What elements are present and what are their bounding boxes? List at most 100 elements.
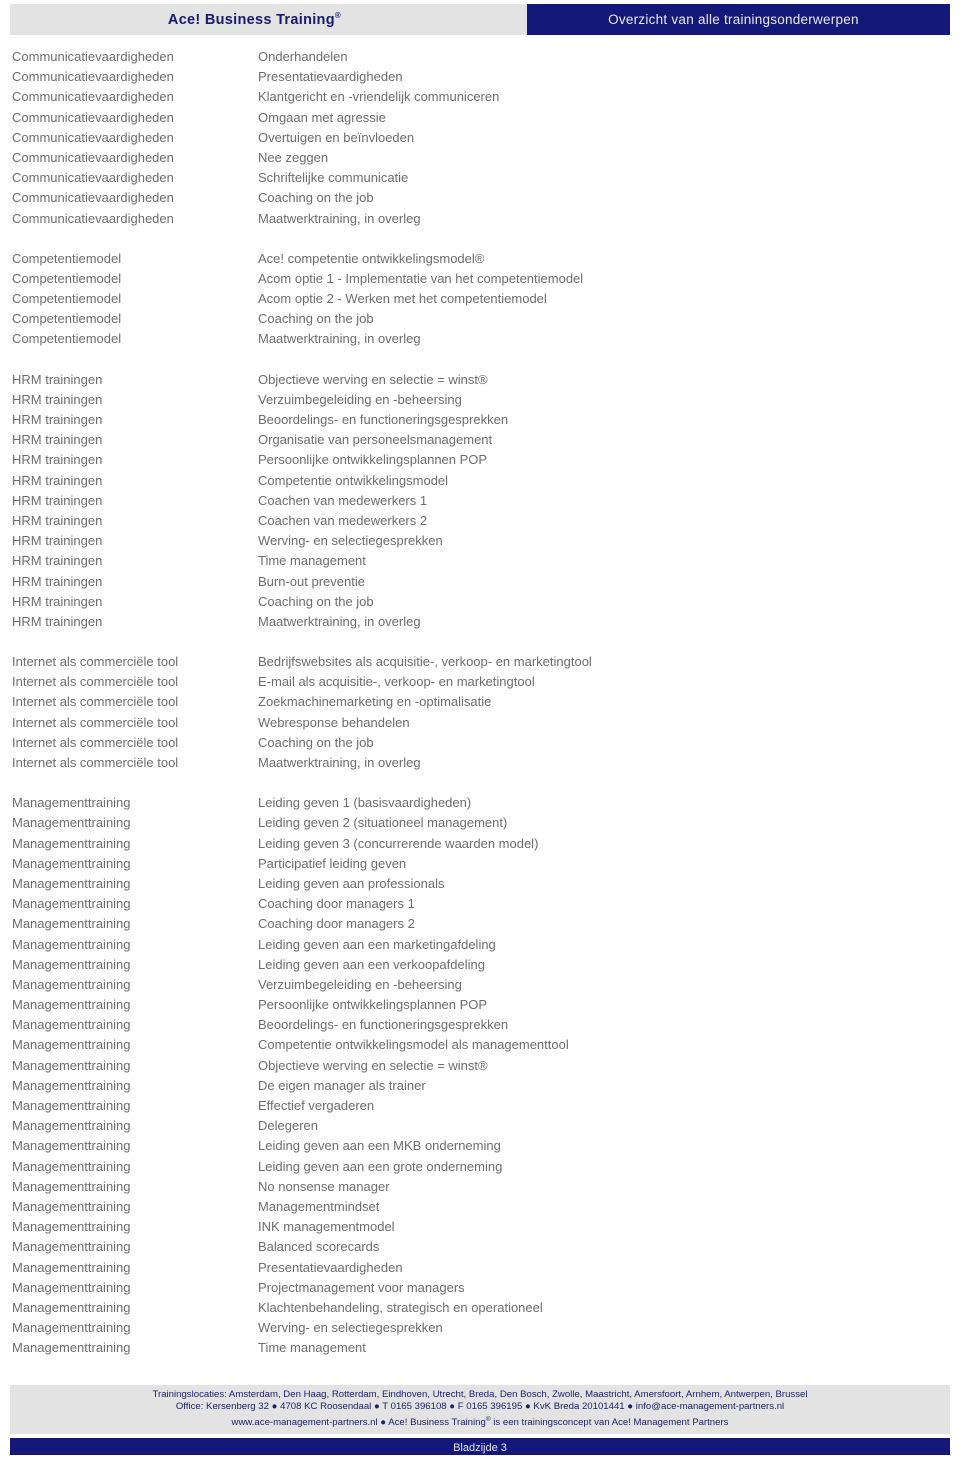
training-category-label: Managementtraining xyxy=(12,1279,131,1295)
training-row: Communicatievaardigheden Schriftelijke co… xyxy=(0,168,960,188)
training-category-label: Managementtraining xyxy=(12,1340,131,1356)
training-category-label: Communicatievaardigheden xyxy=(12,149,174,165)
training-topic-label: Verzuimbegeleiding en -beheersing xyxy=(258,391,462,407)
training-topic-label: Burn-out preventie xyxy=(258,573,365,589)
training-topic-label: Coachen van medewerkers 1 xyxy=(258,492,428,508)
training-category-group: Internet als commerciële tool Bedrijfsweb… xyxy=(0,652,960,773)
training-topic-label: Maatwerktraining, in overleg xyxy=(258,210,421,226)
training-row: HRM trainingen Burn-out preventie xyxy=(0,572,960,592)
training-topic-label: No nonsense manager xyxy=(258,1178,390,1194)
training-category-label: HRM trainingen xyxy=(12,371,103,387)
training-row: Communicatievaardigheden Klantgericht en … xyxy=(0,87,960,107)
training-topic-label: Balanced scorecards xyxy=(258,1239,380,1255)
training-row: Managementtraining Persoonlijke ontwikkel… xyxy=(0,995,960,1015)
training-topic-label: Werving- en selectiegesprekken xyxy=(258,1320,443,1336)
training-topic-label: Onderhandelen xyxy=(258,49,348,64)
training-row: HRM trainingen Time management xyxy=(0,551,960,571)
training-topic-label: Time management xyxy=(258,553,366,569)
training-row: Managementtraining Klachtenbehandeling, s… xyxy=(0,1298,960,1318)
training-topic-label: Coaching on the job xyxy=(258,593,374,609)
training-category-label: Managementtraining xyxy=(12,896,131,912)
footer-web-line: www.ace-management-partners.nl ● Ace! Bu… xyxy=(10,1414,950,1430)
training-category-label: Internet als commerciële tool xyxy=(12,674,179,690)
training-topic-label: Coaching door managers 2 xyxy=(258,916,415,932)
training-topic-label: Competentie ontwikkelingsmodel xyxy=(258,472,449,488)
training-row: Communicatievaardigheden Presentatievaard… xyxy=(0,67,960,87)
training-row: Managementtraining Leiding geven 2 (situa… xyxy=(0,813,960,833)
training-row: HRM trainingen Verzuimbegeleiding en -beh… xyxy=(0,390,960,410)
training-category-label: Managementtraining xyxy=(12,1057,131,1073)
training-row: HRM trainingen Werving- en selectiegespre… xyxy=(0,531,960,551)
page-footer: Trainingslocaties: Amsterdam, Den Haag, … xyxy=(10,1385,950,1456)
training-row: Managementtraining Managementmindset xyxy=(0,1197,960,1217)
training-category-label: Competentiemodel xyxy=(12,311,122,327)
training-row: Managementtraining Balanced scorecards xyxy=(0,1237,960,1257)
training-row: Communicatievaardigheden Omgaan met agres… xyxy=(0,108,960,128)
training-category-label: Managementtraining xyxy=(12,1138,131,1154)
training-category-label: Internet als commerciële tool xyxy=(12,654,179,670)
training-category-label: Internet als commerciële tool xyxy=(12,755,179,770)
training-topic-label: Leiding geven aan professionals xyxy=(258,875,445,891)
training-category-group: Competentiemodel Ace! competentie ontwikk… xyxy=(0,249,960,350)
training-topic-label: De eigen manager als trainer xyxy=(258,1077,426,1093)
registered-mark-icon: ® xyxy=(334,11,342,21)
page-header: Ace! Business Training® Overzicht van al… xyxy=(10,4,950,35)
training-category-label: Communicatievaardigheden xyxy=(12,49,174,64)
training-category-label: HRM trainingen xyxy=(12,512,103,528)
training-category-label: Managementtraining xyxy=(12,976,131,992)
training-row: Managementtraining Leiding geven 1 (basis… xyxy=(0,793,960,813)
training-topic-label: Delegeren xyxy=(258,1118,318,1134)
training-topic-label: Leiding geven 2 (situationeel management… xyxy=(258,815,508,831)
training-category-label: Communicatievaardigheden xyxy=(12,190,174,206)
training-row: Communicatievaardigheden Maatwerktraining… xyxy=(0,209,960,229)
training-row: Managementtraining Werving- en selectiege… xyxy=(0,1318,960,1338)
training-topic-label: E-mail als acquisitie-, verkoop- en mark… xyxy=(258,674,535,690)
training-topic-label: Leiding geven aan een grote onderneming xyxy=(258,1158,503,1174)
training-category-label: Managementtraining xyxy=(12,1219,131,1235)
training-row: Managementtraining Presentatievaardighede… xyxy=(0,1258,960,1278)
training-topic-label: Leiding geven 1 (basisvaardigheden) xyxy=(258,795,472,811)
page-number-bar: Bladzijde 3 xyxy=(10,1438,950,1456)
training-row: Managementtraining Leiding geven aan prof… xyxy=(0,874,960,894)
training-category-label: HRM trainingen xyxy=(12,613,103,629)
training-category-label: Managementtraining xyxy=(12,1299,131,1315)
training-row: Managementtraining Coaching door managers… xyxy=(0,914,960,934)
training-row: HRM trainingen Coaching on the job xyxy=(0,592,960,612)
training-row: Managementtraining Leiding geven aan een … xyxy=(0,935,960,955)
training-row: HRM trainingen Coachen van medewerkers 1 xyxy=(0,491,960,511)
training-category-label: Managementtraining xyxy=(12,1098,131,1113)
training-topic-label: Leiding geven aan een marketingafdeling xyxy=(258,936,496,952)
footer-web-line-before: www.ace-management-partners.nl ● Ace! Bu… xyxy=(231,1417,486,1428)
training-topic-label: Competentie ontwikkelingsmodel als manag… xyxy=(258,1037,569,1053)
training-category-label: HRM trainingen xyxy=(12,573,103,589)
training-topic-label: Webresponse behandelen xyxy=(258,714,410,730)
training-row: HRM trainingen Persoonlijke ontwikkelings… xyxy=(0,450,960,470)
training-row: Managementtraining Projectmanagement voor… xyxy=(0,1278,960,1298)
training-topic-label: Ace! competentie ontwikkelingsmodel® xyxy=(258,250,485,266)
training-topic-label: Projectmanagement voor managers xyxy=(258,1279,465,1295)
training-row: Managementtraining Leiding geven aan een … xyxy=(0,955,960,975)
training-row: Managementtraining Time management xyxy=(0,1338,960,1358)
training-topic-label: Objectieve werving en selectie = winst® xyxy=(258,1057,488,1073)
training-category-label: HRM trainingen xyxy=(12,472,103,488)
training-category-label: Managementtraining xyxy=(12,1118,131,1134)
training-category-label: Managementtraining xyxy=(12,916,131,932)
training-row: Competentiemodel Coaching on the job xyxy=(0,309,960,329)
training-category-label: Competentiemodel xyxy=(12,270,122,286)
training-topic-label: Maatwerktraining, in overleg xyxy=(258,755,421,770)
page-title: Overzicht van alle trainingsonderwerpen xyxy=(608,12,859,27)
footer-web-line-after: is een trainingsconcept van Ace! Managem… xyxy=(490,1417,729,1428)
training-category-label: HRM trainingen xyxy=(12,492,103,508)
brand-title: Ace! Business Training® xyxy=(168,11,341,28)
training-row: Competentiemodel Acom optie 1 - Implement… xyxy=(0,269,960,289)
training-category-label: Managementtraining xyxy=(12,1077,131,1093)
training-category-label: HRM trainingen xyxy=(12,533,103,549)
training-row: Internet als commerciële tool Webresponse… xyxy=(0,713,960,733)
training-topic-label: Beoordelings- en functioneringsgesprekke… xyxy=(258,412,509,427)
training-row: Internet als commerciële tool Coaching on… xyxy=(0,733,960,753)
training-topic-label: Presentatievaardigheden xyxy=(258,1259,403,1275)
training-topic-label: Verzuimbegeleiding en -beheersing xyxy=(258,976,462,992)
training-category-label: Managementtraining xyxy=(12,1239,131,1255)
training-topic-label: Bedrijfswebsites als acquisitie-, verkoo… xyxy=(258,654,592,670)
training-row: HRM trainingen Competentie ontwikkelingsm… xyxy=(0,471,960,491)
